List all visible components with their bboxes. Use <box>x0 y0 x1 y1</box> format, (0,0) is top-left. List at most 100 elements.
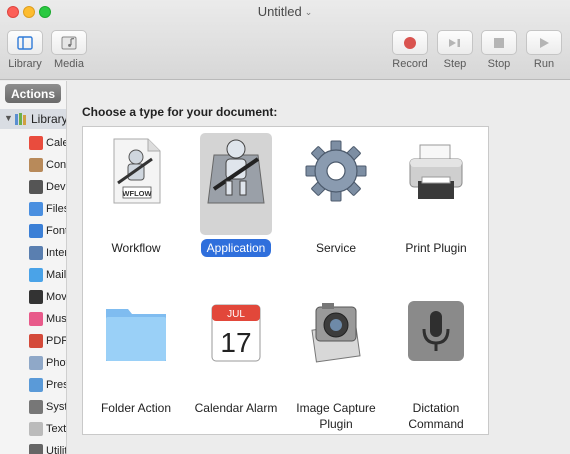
actions-tab[interactable]: Actions <box>5 84 61 103</box>
type-calendar-alarm[interactable]: JUL 17 Calendar Alarm <box>186 297 286 437</box>
media-icon <box>61 36 77 49</box>
step-label: Step <box>443 58 467 70</box>
sidebar-item-files[interactable]: Files <box>0 199 67 221</box>
disclosure-triangle-icon[interactable]: ▼ <box>4 113 13 123</box>
library-button[interactable] <box>7 30 43 55</box>
sidebar-item-label: Font <box>46 225 67 237</box>
type-label: Print Plugin <box>405 241 467 255</box>
stop-button[interactable] <box>481 30 517 55</box>
sidebar-item-syste[interactable]: Syste <box>0 397 66 419</box>
sidebar-item-label: Library <box>31 112 67 126</box>
stop-label: Stop <box>487 58 511 70</box>
type-service[interactable]: Service <box>286 137 386 277</box>
sidebar-item-label: Utiliti <box>46 445 66 454</box>
calendar-alarm-icon: JUL 17 <box>211 304 261 362</box>
type-dictation-command[interactable]: Dictation Command <box>386 297 486 437</box>
pdfs-icon <box>29 334 43 348</box>
internet-icon <box>29 246 43 260</box>
type-label: Calendar Alarm <box>194 401 278 415</box>
sidebar-item-label: Pres <box>46 379 67 391</box>
sidebar-item-text[interactable]: Text <box>0 419 67 441</box>
sidebar-item-label: PDFs <box>46 335 66 347</box>
chevron-down-icon: ⌄ <box>304 7 313 17</box>
sidebar-item-movi[interactable]: Movi <box>0 287 67 309</box>
type-application[interactable]: Application <box>186 133 286 277</box>
movies-icon <box>29 290 43 304</box>
svg-text:JUL: JUL <box>227 309 245 320</box>
camera-icon <box>311 303 361 363</box>
sidebar-item-label: Mail <box>46 269 67 281</box>
run-label: Run <box>533 58 555 70</box>
sidebar-item-utiliti[interactable]: Utiliti <box>0 441 66 454</box>
printer-icon <box>409 144 463 199</box>
contacts-icon <box>29 158 43 172</box>
sidebar-item-mail[interactable]: Mail <box>0 265 67 287</box>
type-label: Service <box>315 241 356 255</box>
fonts-icon <box>29 224 43 238</box>
chooser-prompt: Choose a type for your document: <box>82 105 278 119</box>
files-icon <box>29 202 43 216</box>
run-button[interactable] <box>526 30 562 55</box>
sidebar-item-deve[interactable]: Deve <box>0 177 66 199</box>
sidebar-item-label: Text <box>46 423 67 435</box>
sidebar-item-label: Cont <box>46 159 67 171</box>
library-books-icon <box>15 113 26 125</box>
type-label: Image Capture Plugin <box>296 401 376 431</box>
svg-text:WFLOW: WFLOW <box>122 189 152 198</box>
play-icon <box>540 37 549 48</box>
sidebar-item-pdfs[interactable]: PDFs <box>0 331 66 353</box>
system-icon <box>29 400 43 414</box>
document-type-grid: WFLOW Workflow Application Service Print… <box>82 126 489 435</box>
sidebar-item-phot[interactable]: Phot <box>0 353 67 375</box>
presentations-icon <box>29 378 43 392</box>
sidebar-item-musi[interactable]: Musi <box>0 309 67 331</box>
sidebar-item-label: Movi <box>46 291 67 303</box>
music-icon <box>29 312 43 326</box>
sidebar-item-cale[interactable]: Cale <box>0 133 67 155</box>
sidebar-item-label: Cale <box>46 137 67 149</box>
type-label: Application <box>186 239 286 257</box>
folder-icon <box>106 309 166 361</box>
type-folder-action[interactable]: Folder Action <box>86 297 186 437</box>
record-icon <box>404 36 416 49</box>
type-label: Workflow <box>111 241 161 255</box>
library-label: Library <box>8 58 42 70</box>
toolbar: Untitled ⌄ Library Media Record Step Sto… <box>0 0 570 80</box>
type-label: Dictation Command <box>408 401 464 431</box>
type-label: Folder Action <box>100 401 172 415</box>
sidebar-item-inter[interactable]: Inter <box>0 243 67 265</box>
utilities-icon <box>29 444 43 454</box>
sidebar-item-label: Deve <box>46 181 66 193</box>
calendar-icon <box>29 136 43 150</box>
sidebar-item-label: Phot <box>46 357 67 369</box>
text-icon <box>29 422 43 436</box>
sidebar-item-pres[interactable]: Pres <box>0 375 67 397</box>
sidebar-item-label: Files <box>46 203 67 215</box>
developer-icon <box>29 180 43 194</box>
window-title[interactable]: Untitled ⌄ <box>0 4 570 19</box>
mail-icon <box>29 268 43 282</box>
type-print-plugin[interactable]: Print Plugin <box>386 137 486 277</box>
application-icon <box>207 139 265 204</box>
sidebar-item-label: Inter <box>46 247 67 259</box>
media-label: Media <box>54 58 84 70</box>
sidebar-item-library[interactable]: ▼ Library <box>0 109 67 129</box>
sidebar-item-label: Syste <box>46 401 66 413</box>
microphone-icon <box>408 301 464 361</box>
sidebar-icon <box>17 35 33 50</box>
type-workflow[interactable]: WFLOW Workflow <box>86 137 186 277</box>
sidebar-item-cont[interactable]: Cont <box>0 155 67 177</box>
step-button[interactable] <box>437 30 473 55</box>
type-image-capture-plugin[interactable]: Image Capture Plugin <box>286 297 386 437</box>
sidebar-item-font[interactable]: Font <box>0 221 67 243</box>
automator-window: Untitled ⌄ Library Media Record Step Sto… <box>0 0 570 454</box>
window-title-text: Untitled <box>257 4 302 19</box>
template-chooser: Choose a type for your document: WFLOW W… <box>67 81 570 454</box>
step-icon <box>449 38 460 47</box>
service-gear-icon <box>305 140 367 202</box>
media-button[interactable] <box>51 30 87 55</box>
sidebar-item-label: Musi <box>46 313 67 325</box>
stop-icon <box>494 37 504 48</box>
record-button[interactable] <box>392 30 428 55</box>
workflow-icon: WFLOW <box>113 138 161 204</box>
